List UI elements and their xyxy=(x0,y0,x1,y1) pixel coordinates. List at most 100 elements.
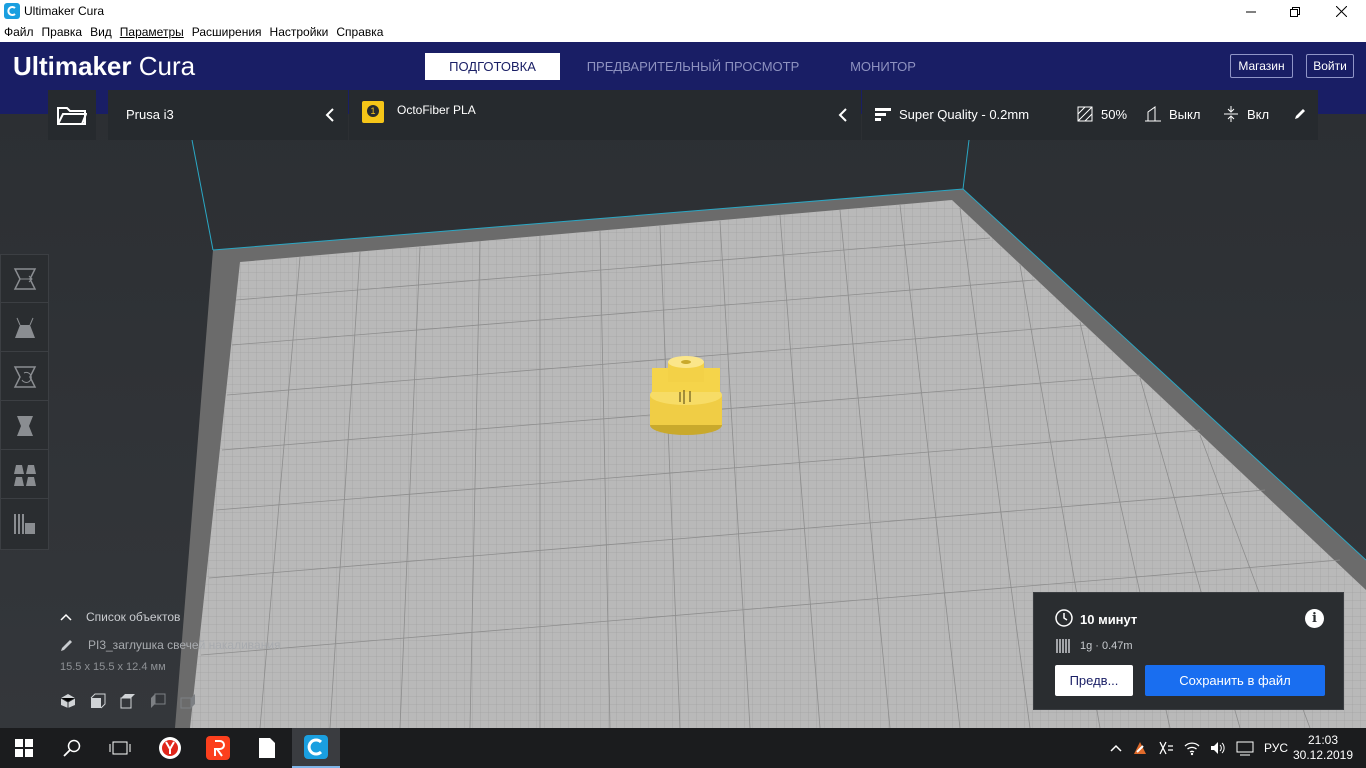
clock-icon xyxy=(1055,609,1073,627)
ime-icon[interactable] xyxy=(1236,740,1254,756)
logo-bold-text: Ultimaker xyxy=(13,51,132,81)
yandex-browser-icon xyxy=(159,737,181,759)
tab-prepare[interactable]: ПОДГОТОВКА xyxy=(425,53,560,80)
scale-icon xyxy=(15,317,35,338)
print-summary-panel: 10 минут i 1g · 0.47m Предв... Сохранить… xyxy=(1033,592,1344,710)
task-view-button[interactable] xyxy=(96,728,144,768)
window-title: Ultimaker Cura xyxy=(24,4,105,18)
clock-time: 21:03 xyxy=(1307,733,1339,747)
infill-icon xyxy=(1077,106,1093,122)
pencil-icon xyxy=(61,640,72,651)
print-settings-selector[interactable]: Super Quality - 0.2mm 50% Выкл Вкл xyxy=(862,90,1318,140)
menu-settings[interactable]: Настройки xyxy=(270,23,329,42)
cura-taskbar-button[interactable] xyxy=(292,728,340,768)
clock-date: 30.12.2019 xyxy=(1292,748,1354,762)
restore-icon xyxy=(1290,6,1300,17)
support-blocker-icon xyxy=(14,514,35,534)
extruder-number: 1 xyxy=(367,105,379,117)
pencil-icon xyxy=(1295,109,1305,119)
window-title-bar: Ultimaker Cura xyxy=(0,0,1366,23)
clock[interactable]: 21:03 30.12.2019 xyxy=(1292,728,1354,768)
info-icon[interactable]: i xyxy=(1305,609,1324,628)
folder-icon xyxy=(57,107,87,125)
rotate-icon xyxy=(13,365,37,388)
quality-icon xyxy=(875,108,891,121)
left-view-icon[interactable] xyxy=(150,693,166,709)
menu-help[interactable]: Справка xyxy=(336,23,383,42)
mirror-tool-button[interactable] xyxy=(1,402,49,450)
keyboard-icon[interactable] xyxy=(1158,740,1174,756)
tab-monitor[interactable]: МОНИТОР xyxy=(838,53,928,80)
search-button[interactable] xyxy=(48,728,96,768)
view-orientation-buttons xyxy=(60,693,281,709)
per-model-settings-button[interactable] xyxy=(1,451,49,499)
support-blocker-button[interactable] xyxy=(1,500,49,548)
menu-bar: Файл Правка Вид Параметры Расширения Нас… xyxy=(0,23,1366,42)
profile-name: Super Quality - 0.2mm xyxy=(899,107,1030,122)
cura-app-icon xyxy=(304,735,328,759)
tab-preview[interactable]: ПРЕДВАРИТЕЛЬНЫЙ ПРОСМОТР xyxy=(578,53,808,80)
rotate-tool-button[interactable] xyxy=(1,353,49,401)
object-list-toggle[interactable]: Список объектов xyxy=(60,610,281,624)
input-language[interactable]: РУС xyxy=(1264,741,1288,755)
yandex-icon xyxy=(206,736,230,760)
object-dimensions: 15.5 x 15.5 x 12.4 мм xyxy=(60,661,166,673)
printer-selector[interactable]: Prusa i3 xyxy=(108,90,348,140)
scale-tool-button[interactable] xyxy=(1,304,49,352)
move-tool-button[interactable] xyxy=(1,255,49,303)
mirror-icon xyxy=(17,415,33,436)
infill-value: 50% xyxy=(1101,107,1128,122)
minimize-icon xyxy=(1246,11,1256,12)
material-selector[interactable]: 1 OctoFiber PLA xyxy=(349,90,861,140)
logo-light-text: Cura xyxy=(138,51,196,81)
chevron-left-icon xyxy=(325,108,334,122)
task-view-icon xyxy=(109,741,131,755)
material-name: OctoFiber PLA xyxy=(397,103,476,117)
support-icon xyxy=(1145,106,1161,122)
open-file-button[interactable] xyxy=(48,90,96,140)
move-icon xyxy=(13,267,37,290)
close-icon xyxy=(1335,6,1347,17)
per-model-settings-icon xyxy=(14,464,36,486)
cura-app-icon xyxy=(4,3,20,19)
support-value: Выкл xyxy=(1169,107,1201,122)
menu-parameters[interactable]: Параметры xyxy=(120,23,184,42)
chevron-left-icon xyxy=(838,108,847,122)
menu-file[interactable]: Файл xyxy=(4,23,34,42)
right-view-icon[interactable] xyxy=(180,693,196,709)
windows-taskbar: РУС 21:03 30.12.2019 xyxy=(0,728,1366,768)
app-logo: Ultimaker Cura xyxy=(13,51,195,82)
wifi-icon[interactable] xyxy=(1184,740,1200,756)
menu-view[interactable]: Вид xyxy=(90,23,112,42)
yandex-browser-button[interactable] xyxy=(146,728,194,768)
search-icon xyxy=(63,739,81,757)
menu-edit[interactable]: Правка xyxy=(42,23,83,42)
app-tray-icon[interactable] xyxy=(1132,740,1148,756)
3d-view-icon[interactable] xyxy=(60,693,76,709)
top-view-icon[interactable] xyxy=(120,693,136,709)
restore-button[interactable] xyxy=(1272,0,1318,23)
system-tray: РУС xyxy=(1110,728,1288,768)
front-view-icon[interactable] xyxy=(90,693,106,709)
filament-icon xyxy=(1056,639,1070,653)
chevron-up-icon xyxy=(60,613,72,621)
marketplace-button[interactable]: Магазин xyxy=(1230,54,1293,78)
object-list: Список объектов PI3_заглушка свечей нака… xyxy=(60,610,281,709)
start-button[interactable] xyxy=(0,728,48,768)
yandex-button[interactable] xyxy=(194,728,242,768)
material-usage: 1g · 0.47m xyxy=(1080,640,1133,652)
preview-button[interactable]: Предв... xyxy=(1055,665,1133,696)
menu-extensions[interactable]: Расширения xyxy=(192,23,262,42)
volume-icon[interactable] xyxy=(1210,740,1226,756)
chevron-up-icon[interactable] xyxy=(1110,744,1122,752)
object-name[interactable]: PI3_заглушка свечей накаливания xyxy=(88,638,281,652)
adhesion-value: Вкл xyxy=(1247,107,1270,122)
sign-in-button[interactable]: Войти xyxy=(1306,54,1354,78)
save-to-file-button[interactable]: Сохранить в файл xyxy=(1145,665,1325,696)
windows-logo-icon xyxy=(15,739,33,757)
file-explorer-button[interactable] xyxy=(243,728,291,768)
minimize-button[interactable] xyxy=(1228,0,1274,23)
close-button[interactable] xyxy=(1318,0,1364,23)
adhesion-icon xyxy=(1224,106,1238,122)
printer-name: Prusa i3 xyxy=(126,107,174,122)
